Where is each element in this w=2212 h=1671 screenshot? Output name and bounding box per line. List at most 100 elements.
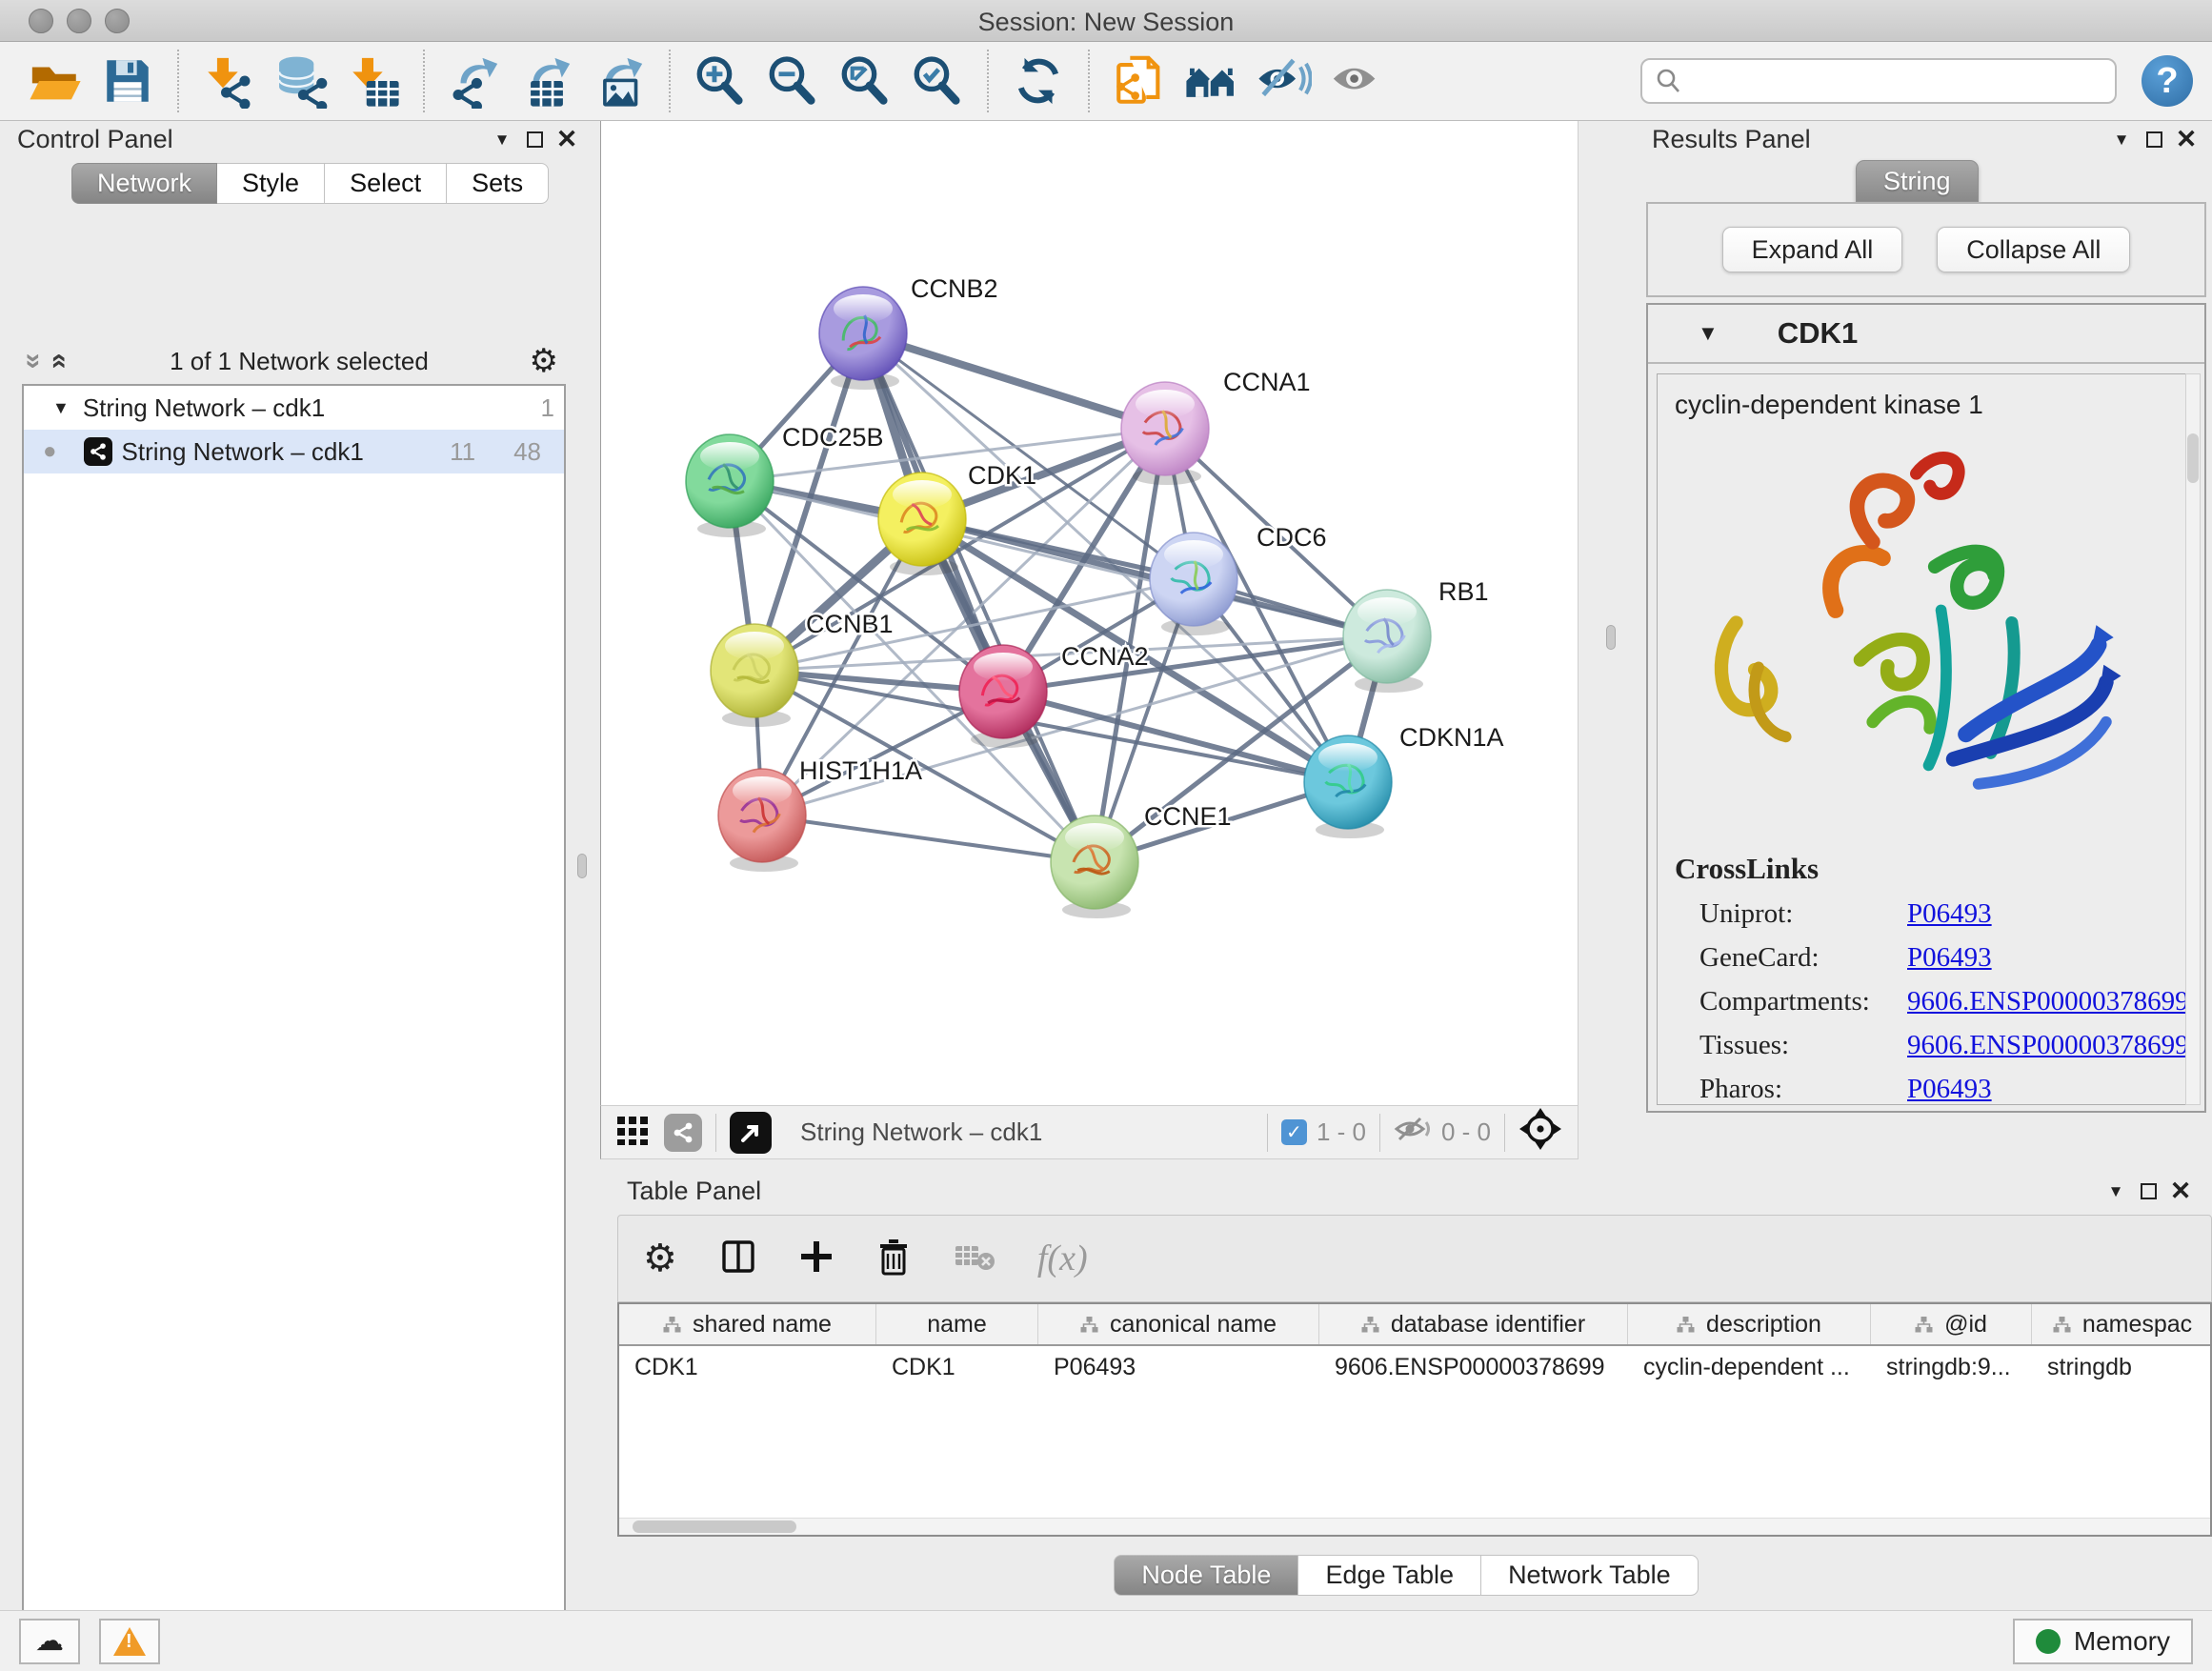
crosslink-link[interactable]: P06493: [1907, 1074, 1992, 1105]
show-all-icon[interactable]: [1326, 50, 1387, 111]
collapse-all-button[interactable]: Collapse All: [1937, 227, 2130, 272]
column-header-canonical-name[interactable]: canonical name: [1038, 1304, 1319, 1344]
create-column-plus-icon[interactable]: [799, 1239, 834, 1278]
node-CDKN1A[interactable]: [1304, 735, 1392, 838]
edge-CCNE1-HIST1H1A[interactable]: [762, 815, 1095, 862]
control-panel-menu-icon[interactable]: ▼: [486, 126, 518, 154]
expand-all-button[interactable]: Expand All: [1722, 227, 1903, 272]
hidden-eye-icon: [1394, 1115, 1432, 1150]
protein-structure-image: [1686, 424, 2134, 834]
node-CCNB2[interactable]: [819, 287, 907, 390]
import-network-file-icon[interactable]: [198, 50, 259, 111]
results-panel-menu-icon[interactable]: ▼: [2105, 126, 2138, 154]
search-input[interactable]: [1640, 58, 2117, 104]
open-in-new-window-icon[interactable]: [730, 1112, 772, 1154]
open-session-icon[interactable]: [25, 50, 86, 111]
left-splitter-handle[interactable]: [577, 854, 587, 878]
network-list-options-gear-icon[interactable]: ⚙: [530, 342, 558, 380]
crosslink-link[interactable]: P06493: [1907, 942, 1992, 974]
network-row-selected[interactable]: ● String Network – cdk1 11 48: [24, 430, 564, 473]
tab-select[interactable]: Select: [325, 163, 447, 204]
control-panel-close-icon[interactable]: ✕: [551, 126, 583, 154]
cloud-icon: ☁: [35, 1624, 64, 1658]
string-network-graph[interactable]: CCNB2 CCNA1 CDC25B CDK1 CDC6 RB1 CCNB1: [601, 121, 1578, 1103]
section-expander-icon[interactable]: ▼: [1698, 321, 1719, 346]
edge-CCNB2-CCNA1[interactable]: [863, 333, 1165, 429]
table-options-gear-icon[interactable]: ⚙: [643, 1237, 677, 1280]
column-header-database-identifier[interactable]: database identifier: [1319, 1304, 1628, 1344]
tab-sets[interactable]: Sets: [447, 163, 549, 204]
show-columns-icon[interactable]: [719, 1238, 757, 1280]
tab-string[interactable]: String: [1856, 160, 1979, 202]
results-panel-float-icon[interactable]: [2138, 126, 2170, 154]
tab-edge-table[interactable]: Edge Table: [1298, 1555, 1481, 1596]
collection-label: String Network – cdk1: [83, 393, 325, 423]
tab-network[interactable]: Network: [71, 163, 217, 204]
network-collection-row[interactable]: ▼ String Network – cdk1 1: [24, 386, 564, 430]
status-bar: ☁ Memory: [0, 1610, 2212, 1671]
node-label-CCNA2: CCNA2: [1061, 642, 1149, 671]
collection-expander-icon[interactable]: ▼: [52, 398, 70, 418]
network-share-icon[interactable]: [664, 1114, 702, 1152]
import-network-database-icon[interactable]: [271, 50, 332, 111]
group-nodes-icon[interactable]: [1181, 50, 1242, 111]
selected-checkbox-icon[interactable]: ✓: [1281, 1119, 1307, 1145]
zoom-out-icon[interactable]: [762, 50, 823, 111]
hide-selected-icon[interactable]: [1254, 50, 1315, 111]
column-header-description[interactable]: description: [1628, 1304, 1871, 1344]
expand-all-networks-icon[interactable]: »: [43, 353, 71, 370]
tab-style[interactable]: Style: [217, 163, 325, 204]
table-row[interactable]: CDK1CDK1P064939606.ENSP00000378699cyclin…: [619, 1346, 2210, 1388]
column-header-namespac[interactable]: namespac: [2032, 1304, 2212, 1344]
clone-network-icon[interactable]: [1109, 50, 1170, 111]
zoom-in-icon[interactable]: [690, 50, 751, 111]
right-splitter-handle[interactable]: [1606, 625, 1616, 650]
node-HIST1H1A[interactable]: [718, 769, 806, 872]
warnings-button[interactable]: [99, 1619, 160, 1664]
delete-table-icon-disabled: [954, 1240, 995, 1278]
help-button[interactable]: ?: [2142, 55, 2193, 107]
zoom-fit-icon[interactable]: [835, 50, 895, 111]
refresh-icon[interactable]: [1008, 50, 1069, 111]
crosslink-label: GeneCard:: [1699, 942, 1907, 974]
node-CCNA1[interactable]: [1121, 382, 1209, 485]
control-panel: Control Panel ▼ ✕ NetworkStyleSelectSets…: [0, 121, 600, 1610]
table-horizontal-scrollbar[interactable]: [619, 1518, 2210, 1535]
results-panel-close-icon[interactable]: ✕: [2170, 126, 2202, 154]
node-attribute-table[interactable]: shared namenamecanonical namedatabase id…: [617, 1302, 2212, 1537]
crosslink-link[interactable]: P06493: [1907, 898, 1992, 930]
node-CCNA2[interactable]: [959, 645, 1047, 748]
memory-button[interactable]: Memory: [2013, 1619, 2193, 1664]
table-cell: stringdb: [2032, 1346, 2212, 1388]
node-CDC25B[interactable]: [686, 434, 774, 537]
automation-cloud-button[interactable]: ☁: [19, 1619, 80, 1664]
node-section-header[interactable]: ▼ CDK1: [1648, 305, 2204, 364]
export-image-icon[interactable]: [589, 50, 650, 111]
save-session-icon[interactable]: [97, 50, 158, 111]
results-vertical-scrollbar[interactable]: [2185, 373, 2201, 1105]
birdseye-grid-icon[interactable]: [616, 1114, 649, 1151]
delete-column-trash-icon[interactable]: [875, 1238, 912, 1280]
network-canvas[interactable]: CCNB2 CCNA1 CDC25B CDK1 CDC6 RB1 CCNB1: [600, 121, 1579, 1105]
export-network-icon[interactable]: [444, 50, 505, 111]
node-CCNB1[interactable]: [711, 624, 798, 727]
control-panel-float-icon[interactable]: [518, 126, 551, 154]
crosslink-link[interactable]: 9606.ENSP00000378699: [1907, 986, 2189, 1017]
import-table-file-icon[interactable]: [343, 50, 404, 111]
fit-birdseye-crosshair-icon[interactable]: [1518, 1107, 1562, 1158]
tab-node-table[interactable]: Node Table: [1114, 1555, 1298, 1596]
table-cell: P06493: [1038, 1346, 1319, 1388]
export-table-icon[interactable]: [516, 50, 577, 111]
node-CCNE1[interactable]: [1051, 815, 1138, 918]
table-panel-close-icon[interactable]: ✕: [2164, 1178, 2197, 1206]
column-header--id[interactable]: @id: [1871, 1304, 2032, 1344]
zoom-selected-icon[interactable]: [907, 50, 968, 111]
node-RB1[interactable]: [1343, 590, 1431, 693]
table-panel-float-icon[interactable]: [2132, 1178, 2164, 1206]
column-header-shared-name[interactable]: shared name: [619, 1304, 876, 1344]
toolbar-separator: [177, 50, 179, 112]
table-panel-menu-icon[interactable]: ▼: [2100, 1178, 2132, 1206]
column-header-name[interactable]: name: [876, 1304, 1038, 1344]
tab-network-table[interactable]: Network Table: [1481, 1555, 1699, 1596]
crosslink-link[interactable]: 9606.ENSP00000378699: [1907, 1030, 2189, 1061]
